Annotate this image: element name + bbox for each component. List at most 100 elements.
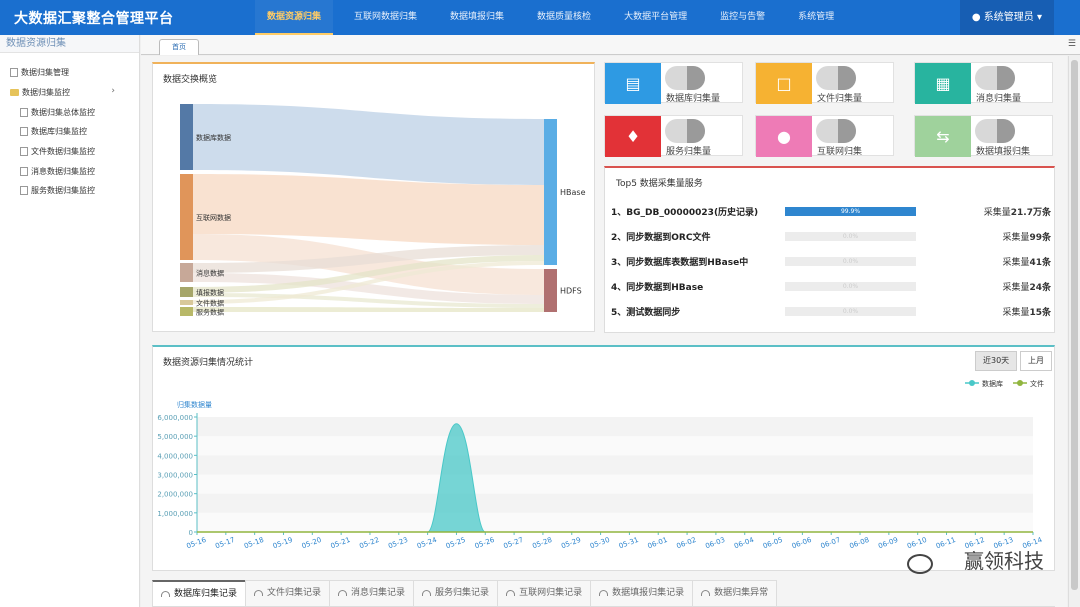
dashboard-icon <box>701 589 711 596</box>
y-tick-label: 3,000,000 <box>157 472 193 480</box>
scroll-thumb[interactable] <box>1071 60 1078 590</box>
sankey-link <box>193 307 544 312</box>
user-icon: ● <box>971 12 981 23</box>
progress-label: 0.0% <box>842 233 859 240</box>
sankey-source-label: 互联网数据 <box>196 213 231 222</box>
chevron-right-icon[interactable]: › <box>111 86 115 96</box>
y-tick-label: 4,000,000 <box>157 452 193 460</box>
sidebar-item-message-monitor[interactable]: 消息数据归集监控 <box>20 166 95 177</box>
exchange-icon: ⇆ <box>915 116 971 157</box>
record-tab-label: 数据库归集记录 <box>174 589 238 599</box>
x-tick-label: 05-30 <box>589 536 611 550</box>
stat-card-label: 互联网归集 <box>817 147 863 157</box>
record-tab[interactable]: 消息归集记录 <box>329 580 415 606</box>
user-name: 系统管理员 <box>983 12 1034 23</box>
file-icon <box>20 108 28 117</box>
stat-card[interactable]: ⇆ 数据填报归集 <box>914 115 1053 157</box>
sidebar-item-db-monitor[interactable]: 数据库归集监控 <box>20 126 87 137</box>
progress-label: 0.0% <box>842 258 859 265</box>
x-tick-label: 05-21 <box>330 536 352 550</box>
record-tab[interactable]: 文件归集记录 <box>245 580 331 606</box>
nav-item-system[interactable]: 系统管理 <box>786 0 846 35</box>
x-tick-label: 06-03 <box>704 536 726 550</box>
x-tick-label: 05-18 <box>243 536 265 550</box>
x-tick-label: 05-16 <box>185 536 207 551</box>
progress-label: 0.0% <box>842 308 859 315</box>
stat-card[interactable]: □ 文件归集量 <box>755 62 894 104</box>
record-tab[interactable]: 服务归集记录 <box>413 580 499 606</box>
sidebar-title: 数据资源归集 <box>0 35 139 53</box>
sankey-source-label: 填报数据 <box>196 288 224 297</box>
sidebar-item-label: 数据归集管理 <box>21 68 69 77</box>
sankey-source-label: 文件数据 <box>196 299 224 308</box>
sidebar-item-service-monitor[interactable]: 服务数据归集监控 <box>20 185 95 196</box>
user-menu[interactable]: ● 系统管理员 ▾ <box>959 0 1054 35</box>
grid-band <box>197 417 1033 437</box>
record-tab[interactable]: 数据库归集记录 <box>152 580 247 606</box>
sankey-source-node <box>180 287 193 297</box>
y-tick-label: 5,000,000 <box>157 433 193 441</box>
nav-item-internet[interactable]: 互联网数据归集 <box>342 0 429 35</box>
top5-row: 5、测试数据同步 0.0% 采集量15条 <box>611 305 1051 319</box>
legend-marker <box>969 380 975 386</box>
dashboard-icon <box>254 589 264 596</box>
progress-bar: 0.0% <box>785 257 916 266</box>
x-tick-label: 05-25 <box>445 536 467 550</box>
x-tick-label: 05-31 <box>618 536 640 550</box>
legend-label[interactable]: 文件 <box>1030 379 1044 388</box>
stat-card-label: 文件归集量 <box>817 94 863 104</box>
y-tick-label: 0 <box>189 529 193 537</box>
scrollbar[interactable] <box>1068 56 1080 607</box>
top5-name: 5、测试数据同步 <box>611 308 681 318</box>
nav-item-data-collection[interactable]: 数据资源归集 <box>255 0 334 35</box>
progress-bar: 0.0% <box>785 232 916 241</box>
dashboard-icon <box>422 589 432 596</box>
file-icon <box>20 186 28 195</box>
sankey-source-node <box>180 300 193 305</box>
sidebar-item-file-monitor[interactable]: 文件数据归集监控 <box>20 146 95 157</box>
tab-home[interactable]: 首页 <box>159 39 199 55</box>
folder-icon <box>10 89 19 96</box>
x-tick-label: 06-07 <box>820 536 842 550</box>
nav-item-monitor[interactable]: 监控与告警 <box>708 0 777 35</box>
top5-panel: Top5 数据采集量服务 1、BG_DB_00000023(历史记录) 99.9… <box>604 166 1055 333</box>
y-tick-label: 1,000,000 <box>157 510 193 518</box>
x-tick-label: 06-11 <box>935 536 957 550</box>
value-blur <box>997 66 1015 90</box>
record-tabs: 数据库归集记录 文件归集记录 消息归集记录 服务归集记录 互联网归集记录 数据填报归集记录… <box>152 580 1055 607</box>
stat-card[interactable]: ▤ 数据库归集量 <box>604 62 743 104</box>
record-tab-label: 数据归集异常 <box>714 588 769 598</box>
record-tab[interactable]: 数据填报归集记录 <box>590 580 694 606</box>
sankey-target-node <box>544 119 557 265</box>
stat-card[interactable]: ● 互联网归集 <box>755 115 894 157</box>
nav-item-fill-report[interactable]: 数据填报归集 <box>438 0 516 35</box>
sidebar-item-label: 服务数据归集监控 <box>31 186 95 195</box>
sidebar-item-collection-mgmt[interactable]: 数据归集管理 <box>10 67 69 78</box>
stat-card[interactable]: ♦ 服务归集量 <box>604 115 743 157</box>
top5-row: 1、BG_DB_00000023(历史记录) 99.9% 采集量21.7万条 <box>611 205 1051 219</box>
grid-band <box>197 493 1033 513</box>
x-tick-label: 05-22 <box>358 536 380 550</box>
last-month-button[interactable]: 上月 <box>1020 351 1052 371</box>
record-tab-label: 互联网归集记录 <box>519 588 583 598</box>
sidebar-item-overall-monitor[interactable]: 数据归集总体监控 <box>20 107 95 118</box>
sankey-source-node <box>180 307 193 316</box>
nav-item-platform[interactable]: 大数据平台管理 <box>612 0 699 35</box>
legend-label[interactable]: 数据库 <box>982 379 1003 388</box>
nav-item-quality[interactable]: 数据质量核检 <box>525 0 603 35</box>
stat-card[interactable]: ▦ 消息归集量 <box>914 62 1053 104</box>
caret-down-icon: ▾ <box>1036 12 1042 23</box>
x-tick-label: 06-06 <box>791 536 813 551</box>
y-axis-label: 归集数据量 <box>177 400 212 409</box>
sankey-link <box>193 104 544 185</box>
record-tab[interactable]: 互联网归集记录 <box>497 580 592 606</box>
file-icon <box>10 68 18 77</box>
sidebar-item-label: 文件数据归集监控 <box>31 147 95 156</box>
sankey-link <box>193 174 544 245</box>
menu-icon[interactable]: ☰ <box>1068 39 1076 49</box>
dashboard-icon <box>506 589 516 596</box>
record-tab[interactable]: 数据归集异常 <box>692 580 778 606</box>
top5-row: 4、同步数据到HBase 0.0% 采集量24条 <box>611 280 1051 294</box>
last-30-days-button[interactable]: 近30天 <box>975 351 1018 371</box>
top5-name: 1、BG_DB_00000023(历史记录) <box>611 208 759 218</box>
